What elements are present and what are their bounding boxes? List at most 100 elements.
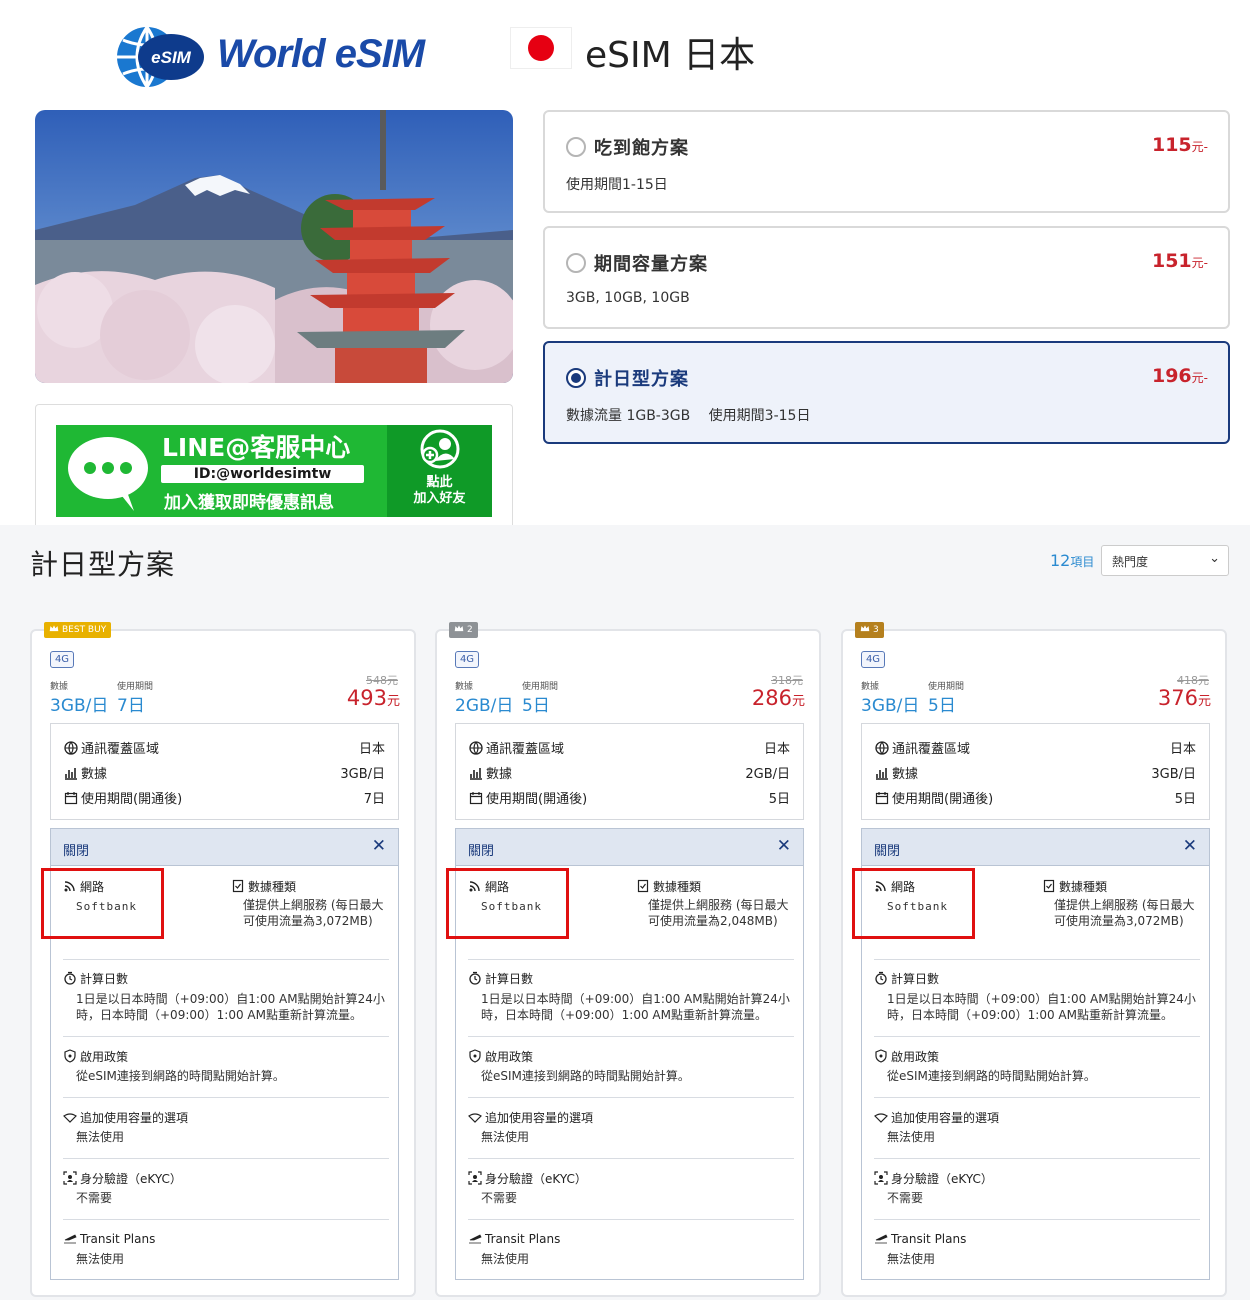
ekyc-label: 身分驗證（eKYC） xyxy=(63,1170,182,1187)
topup-label: 追加使用容量的選項 xyxy=(874,1109,999,1126)
day-count-text: 1日是以日本時間（+09:00）自1:00 AM點開始計算24小時，日本時間（+… xyxy=(76,992,385,1022)
spec-summary: 通訊覆蓋區域 日本 數據 3GB/日 使用期間(開通後) 5日 xyxy=(861,723,1210,820)
radio-unlimited[interactable] xyxy=(566,137,586,157)
close-icon[interactable]: ✕ xyxy=(777,836,791,856)
plan-card[interactable]: 3 4G 數據 使用期間 3GB/日 5日 418元 376元 通訊覆蓋區域 日… xyxy=(841,622,1227,1297)
detail-header[interactable]: 關閉 ✕ xyxy=(456,829,803,866)
plan-option-name: 計日型方案 xyxy=(594,369,689,390)
bar-chart-icon xyxy=(470,768,482,780)
data-amount: 2GB/日 xyxy=(455,696,514,716)
days-amount: 5日 xyxy=(928,696,956,716)
page-title: eSIM 日本 xyxy=(585,35,756,76)
period-row: 使用期間(開通後) xyxy=(469,788,587,807)
close-label[interactable]: 關閉 xyxy=(874,840,900,859)
detail-header[interactable]: 關閉 ✕ xyxy=(862,829,1209,866)
network-type-badge: 4G xyxy=(861,651,885,668)
plan-option-price: 151元- xyxy=(1151,250,1208,272)
crown-icon xyxy=(454,625,464,632)
japan-flag-icon xyxy=(510,27,572,69)
id-scan-icon xyxy=(874,1171,888,1185)
topup-text: 無法使用 xyxy=(481,1130,530,1144)
shield-icon xyxy=(469,1049,481,1063)
period-row-value: 5日 xyxy=(768,792,790,807)
data-row: 數據 xyxy=(64,763,107,782)
bar-chart-icon xyxy=(65,768,77,780)
activation-text: 從eSIM連接到網路的時間點開始計算。 xyxy=(887,1069,1096,1083)
transit-label: Transit Plans xyxy=(874,1231,966,1246)
activation-text: 從eSIM連接到網路的時間點開始計算。 xyxy=(481,1069,690,1083)
period-row: 使用期間(開通後) xyxy=(875,788,993,807)
plan-option-desc: 使用期間1-15日 xyxy=(566,177,668,193)
airplane-icon xyxy=(64,1234,77,1244)
plan-card[interactable]: 2 4G 數據 使用期間 2GB/日 5日 318元 286元 通訊覆蓋區域 日… xyxy=(435,622,821,1297)
days-amount: 7日 xyxy=(117,696,145,716)
data-row: 數據 xyxy=(469,763,512,782)
network-type-badge: 4G xyxy=(50,651,74,668)
period-row-value: 5日 xyxy=(1174,792,1196,807)
spec-summary: 通訊覆蓋區域 日本 數據 2GB/日 使用期間(開通後) 5日 xyxy=(455,723,804,820)
day-count-label: 計算日數 xyxy=(874,970,939,987)
ekyc-text: 不需要 xyxy=(481,1191,518,1205)
close-icon[interactable]: ✕ xyxy=(1183,836,1197,856)
bar-chart-icon xyxy=(876,768,888,780)
add-friend-icon xyxy=(420,429,460,469)
detail-header[interactable]: 關閉 ✕ xyxy=(51,829,398,866)
line-banner[interactable]: LINE@客服中心 ID:@worldesimtw 加入獲取即時優惠訊息 點此 … xyxy=(56,425,492,517)
calendar-icon xyxy=(875,792,889,805)
sale-price: 376元 xyxy=(1157,686,1211,710)
sort-select[interactable]: 熱門度 ⌄ xyxy=(1101,545,1229,576)
network-highlight-box xyxy=(852,868,975,939)
sale-price: 493元 xyxy=(346,686,400,710)
crown-icon xyxy=(860,625,870,632)
ekyc-text: 不需要 xyxy=(76,1191,113,1205)
coverage-row: 通訊覆蓋區域 xyxy=(875,738,970,757)
rank-badge: 2 xyxy=(449,622,478,638)
plan-option-daily[interactable]: 計日型方案 196元- 數據流量 1GB-3GB 使用期間3-15日 xyxy=(543,341,1230,444)
spec-summary: 通訊覆蓋區域 日本 數據 3GB/日 使用期間(開通後) 7日 xyxy=(50,723,399,820)
plan-card[interactable]: BEST BUY 4G 數據 使用期間 3GB/日 7日 548元 493元 通… xyxy=(30,622,416,1297)
data-type-text: 僅提供上網服務 (每日最大可使用流量為3,072MB) xyxy=(1054,898,1195,928)
close-label[interactable]: 關閉 xyxy=(468,840,494,859)
topup-text: 無法使用 xyxy=(76,1130,125,1144)
ekyc-label: 身分驗證（eKYC） xyxy=(874,1170,993,1187)
line-title: LINE@客服中心 xyxy=(162,433,351,462)
day-count-text: 1日是以日本時間（+09:00）自1:00 AM點開始計算24小時，日本時間（+… xyxy=(481,992,790,1022)
top-section: eSIM World eSIM eSIM 日本 LINE@客服中心 ID:@wo… xyxy=(0,0,1250,529)
day-count-text: 1日是以日本時間（+09:00）自1:00 AM點開始計算24小時，日本時間（+… xyxy=(887,992,1196,1022)
topup-label: 追加使用容量的選項 xyxy=(468,1109,593,1126)
timer-icon xyxy=(469,971,481,985)
data-type-icon xyxy=(1043,879,1055,893)
timer-icon xyxy=(875,971,887,985)
plan-option-unlimited[interactable]: 吃到飽方案 115元- 使用期間1-15日 xyxy=(543,110,1230,213)
ekyc-text: 不需要 xyxy=(887,1191,924,1205)
transit-text: 無法使用 xyxy=(76,1252,125,1266)
plan-option-price: 115元- xyxy=(1151,134,1208,156)
radio-daily[interactable] xyxy=(566,368,586,388)
data-row: 數據 xyxy=(875,763,918,782)
radio-volume[interactable] xyxy=(566,253,586,273)
add-friend-button[interactable]: 點此 加入好友 xyxy=(387,425,492,517)
plan-option-volume[interactable]: 期間容量方案 151元- 3GB, 10GB, 10GB xyxy=(543,226,1230,329)
close-icon[interactable]: ✕ xyxy=(372,836,386,856)
data-type-text: 僅提供上網服務 (每日最大可使用流量為2,048MB) xyxy=(648,898,789,928)
plan-option-name: 吃到飽方案 xyxy=(594,138,689,159)
close-label[interactable]: 關閉 xyxy=(63,840,89,859)
globe-icon xyxy=(469,741,483,755)
activation-label: 啟用政策 xyxy=(63,1048,128,1065)
days-amount: 5日 xyxy=(522,696,550,716)
add-friend-label: 點此 加入好友 xyxy=(413,475,466,506)
calendar-icon xyxy=(469,792,483,805)
brand-logo[interactable]: eSIM World eSIM xyxy=(113,26,425,88)
data-type-icon xyxy=(232,879,244,893)
item-count: 12項目 xyxy=(1050,551,1095,570)
topup-icon xyxy=(874,1113,888,1123)
globe-text: eSIM xyxy=(151,48,192,67)
sale-price: 286元 xyxy=(751,686,805,710)
data-amount: 3GB/日 xyxy=(50,696,109,716)
topup-label: 追加使用容量的選項 xyxy=(63,1109,188,1126)
shield-icon xyxy=(875,1049,887,1063)
network-type-badge: 4G xyxy=(455,651,479,668)
data-row-value: 3GB/日 xyxy=(340,767,385,782)
period-row-value: 7日 xyxy=(363,792,385,807)
coverage-value: 日本 xyxy=(358,742,385,757)
